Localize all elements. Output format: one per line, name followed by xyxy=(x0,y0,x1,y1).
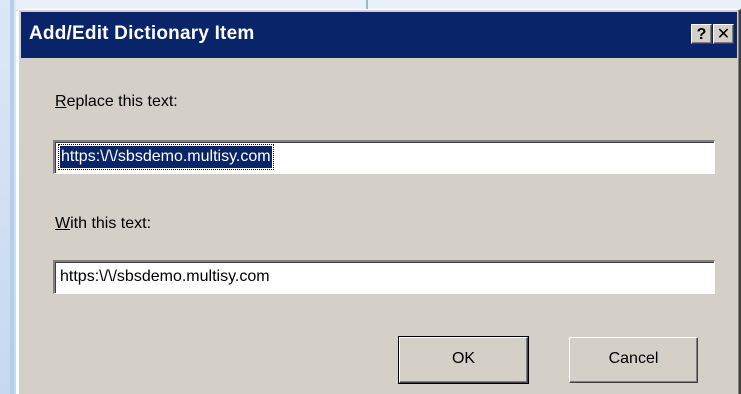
with-label-text: ith this text: xyxy=(70,215,152,232)
with-text-label: With this text: xyxy=(55,215,151,233)
replace-label-text: eplace this text: xyxy=(66,93,178,110)
help-icon: ? xyxy=(696,26,707,43)
close-button[interactable]: ✕ xyxy=(713,24,734,44)
ok-button[interactable]: OK xyxy=(398,336,529,384)
with-text-input[interactable]: https:\/\/sbsdemo.multisy.com xyxy=(53,260,715,294)
with-text-value: https:\/\/sbsdemo.multisy.com xyxy=(60,268,270,285)
dialog-titlebar[interactable]: Add/Edit Dictionary Item ? ✕ xyxy=(21,12,737,58)
add-edit-dictionary-dialog: Add/Edit Dictionary Item ? ✕ Replace thi… xyxy=(18,9,741,394)
dialog-title: Add/Edit Dictionary Item xyxy=(29,23,255,44)
help-button[interactable]: ? xyxy=(691,24,712,44)
replace-label-accelerator: R xyxy=(55,93,67,110)
cancel-button[interactable]: Cancel xyxy=(569,337,698,383)
background-edge xyxy=(10,0,14,394)
replace-text-input[interactable]: https:\/\/sbsdemo.multisy.com xyxy=(53,140,715,174)
replace-text-label: Replace this text: xyxy=(55,93,178,111)
with-label-accelerator: W xyxy=(55,215,71,232)
close-icon: ✕ xyxy=(716,26,731,43)
replace-text-value: https:\/\/sbsdemo.multisy.com xyxy=(58,144,274,170)
